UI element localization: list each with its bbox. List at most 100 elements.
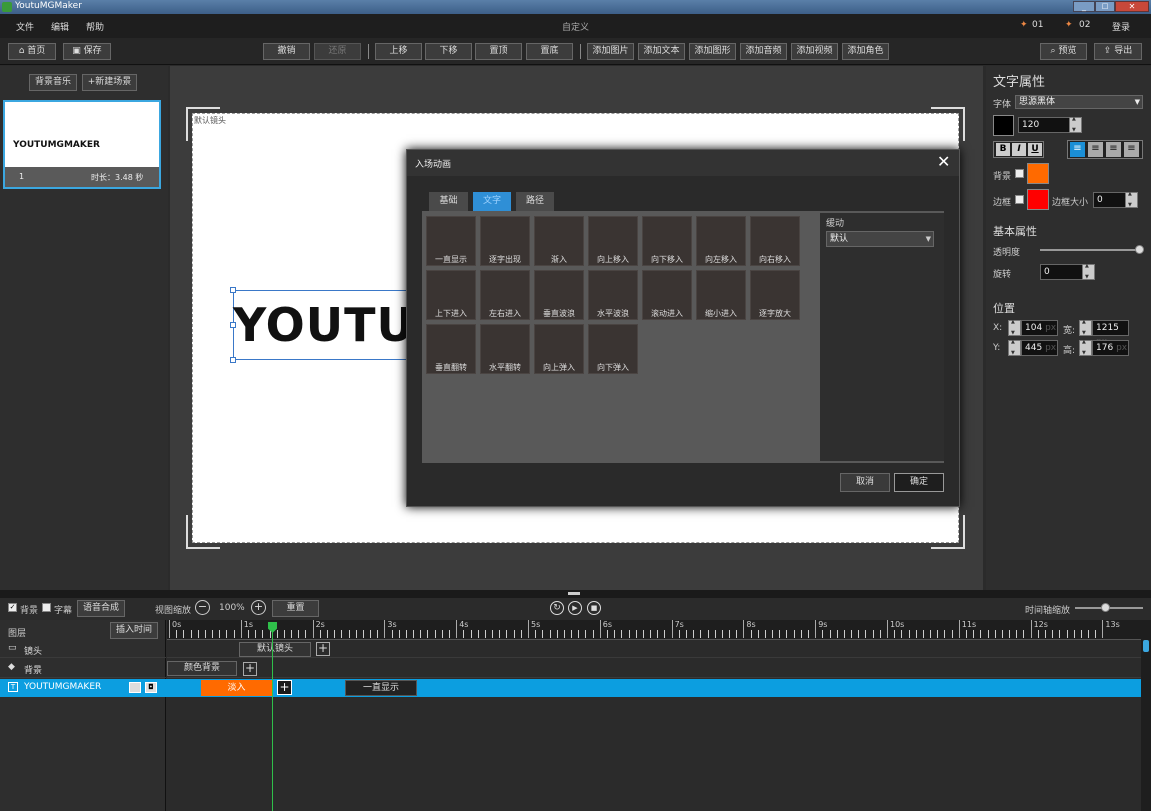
animation-tile[interactable]: 垂直翻转: [426, 324, 476, 374]
new-scene-button[interactable]: +新建场景: [82, 74, 137, 91]
tab-basic[interactable]: 基础: [429, 192, 468, 211]
lock-toggle[interactable]: ◘: [145, 682, 157, 693]
subtitle-toggle-checkbox[interactable]: [42, 603, 51, 612]
timeline-zoom-handle[interactable]: [1101, 603, 1110, 612]
underline-button[interactable]: U: [1028, 143, 1042, 156]
x-stepper[interactable]: [1008, 319, 1021, 336]
font-size-input[interactable]: 120: [1018, 117, 1070, 133]
maximize-button[interactable]: □: [1095, 1, 1115, 12]
zoom-in-icon[interactable]: +: [251, 600, 266, 615]
dialog-cancel-button[interactable]: 取消: [840, 473, 890, 492]
border-size-stepper[interactable]: [1125, 191, 1138, 208]
minimize-button[interactable]: _: [1073, 1, 1095, 12]
clip-default-camera[interactable]: 默认镜头: [239, 642, 311, 657]
y-stepper[interactable]: [1008, 339, 1021, 356]
dialog-ok-button[interactable]: 确定: [894, 473, 944, 492]
italic-button[interactable]: I: [1012, 143, 1026, 156]
add-clip-button[interactable]: +: [277, 680, 292, 695]
add-clip-button[interactable]: +: [243, 662, 257, 676]
tts-button[interactable]: 语音合成: [77, 600, 125, 617]
add-audio-button[interactable]: 添加音频: [740, 43, 787, 60]
border-size-input[interactable]: 0: [1093, 192, 1126, 208]
login-link[interactable]: 登录: [1112, 20, 1130, 33]
layer-row-background[interactable]: ◆ 背景: [0, 659, 166, 678]
width-input[interactable]: 1215 px: [1092, 320, 1129, 347]
animation-tile[interactable]: 垂直波浪: [534, 270, 584, 320]
menu-help[interactable]: 帮助: [86, 20, 104, 33]
animation-tile[interactable]: 一直显示: [426, 216, 476, 266]
animation-tile[interactable]: 左右进入: [480, 270, 530, 320]
close-icon[interactable]: ✕: [937, 152, 950, 171]
opacity-slider-track[interactable]: [1040, 249, 1140, 251]
add-video-button[interactable]: 添加视频: [791, 43, 838, 60]
width-stepper[interactable]: [1079, 319, 1092, 336]
opacity-slider-handle[interactable]: [1135, 245, 1144, 254]
close-window-button[interactable]: ✕: [1115, 1, 1149, 12]
export-button[interactable]: ⇪ 导出: [1094, 43, 1142, 60]
animation-tile[interactable]: 向下移入: [642, 216, 692, 266]
animation-tile[interactable]: 向右移入: [750, 216, 800, 266]
stop-icon[interactable]: ■: [587, 601, 601, 615]
home-button[interactable]: ⌂ 首页: [8, 43, 56, 60]
splitter-grip[interactable]: [568, 592, 580, 595]
scene-thumbnail[interactable]: YOUTUMGMAKER 1 时长：3.48 秒: [3, 100, 161, 189]
add-shape-button[interactable]: 添加图形: [689, 43, 736, 60]
easing-select[interactable]: 默认 ▼: [826, 231, 934, 247]
align-justify-icon[interactable]: ≡: [1106, 142, 1121, 157]
play-icon[interactable]: ▶: [568, 601, 582, 615]
background-checkbox[interactable]: [1015, 169, 1024, 178]
font-select[interactable]: 思源黑体 ▼: [1015, 95, 1143, 109]
animation-tile[interactable]: 上下进入: [426, 270, 476, 320]
bg-music-button[interactable]: 背景音乐: [29, 74, 77, 91]
height-stepper[interactable]: [1079, 339, 1092, 356]
reset-zoom-button[interactable]: 重置: [272, 600, 319, 617]
tab-text[interactable]: 文字: [473, 192, 511, 211]
zoom-out-icon[interactable]: −: [195, 600, 210, 615]
align-right-icon[interactable]: ≡: [1124, 142, 1139, 157]
animation-tile[interactable]: 渐入: [534, 216, 584, 266]
to-bottom-button[interactable]: 置底: [526, 43, 573, 60]
y-input[interactable]: 445 px: [1021, 340, 1058, 356]
clip-color-background[interactable]: 颜色背景: [167, 661, 237, 676]
clip-fade-in[interactable]: 淡入: [201, 680, 272, 696]
align-center-icon[interactable]: ≡: [1088, 142, 1103, 157]
add-text-button[interactable]: 添加文本: [638, 43, 685, 60]
layer-row-text[interactable]: T YOUTUMGMAKER ◘: [0, 679, 1141, 697]
align-left-icon[interactable]: ≡: [1070, 142, 1085, 157]
border-color-swatch[interactable]: [1027, 189, 1049, 210]
text-color-swatch[interactable]: [993, 115, 1014, 136]
animation-tile[interactable]: 向上弹入: [534, 324, 584, 374]
animation-tile[interactable]: 水平翻转: [480, 324, 530, 374]
visibility-toggle[interactable]: [129, 682, 141, 693]
bold-button[interactable]: B: [996, 143, 1010, 156]
rotate-input[interactable]: 0: [1040, 264, 1083, 280]
to-top-button[interactable]: 置顶: [475, 43, 522, 60]
menu-file[interactable]: 文件: [16, 20, 34, 33]
border-checkbox[interactable]: [1015, 195, 1024, 204]
background-color-swatch[interactable]: [1027, 163, 1049, 184]
animation-tile[interactable]: 逐字放大: [750, 270, 800, 320]
redo-button[interactable]: 还原: [314, 43, 361, 60]
height-input[interactable]: 176 px: [1092, 340, 1129, 356]
resize-handle[interactable]: [230, 287, 236, 293]
scroll-handle[interactable]: [1143, 640, 1149, 652]
move-up-button[interactable]: 上移: [375, 43, 422, 60]
animation-tile[interactable]: 向上移入: [588, 216, 638, 266]
animation-tile[interactable]: 水平波浪: [588, 270, 638, 320]
animation-tile[interactable]: 滚动进入: [642, 270, 692, 320]
replay-icon[interactable]: ↻: [550, 601, 564, 615]
background-toggle-checkbox[interactable]: ✓: [8, 603, 17, 612]
add-role-button[interactable]: 添加角色: [842, 43, 889, 60]
move-down-button[interactable]: 下移: [425, 43, 472, 60]
resize-handle[interactable]: [230, 322, 236, 328]
animation-tile[interactable]: 逐字出现: [480, 216, 530, 266]
rotate-stepper[interactable]: [1082, 263, 1095, 280]
preview-button[interactable]: ⌕ 预览: [1040, 43, 1087, 60]
x-input[interactable]: 104 px: [1021, 320, 1058, 336]
save-button[interactable]: ▣ 保存: [63, 43, 111, 60]
animation-tile[interactable]: 缩小进入: [696, 270, 746, 320]
insert-time-button[interactable]: 插入时间: [110, 622, 158, 639]
add-clip-button[interactable]: +: [316, 642, 330, 656]
resize-handle[interactable]: [230, 357, 236, 363]
layer-row-camera[interactable]: ▭ 镜头: [0, 641, 166, 658]
